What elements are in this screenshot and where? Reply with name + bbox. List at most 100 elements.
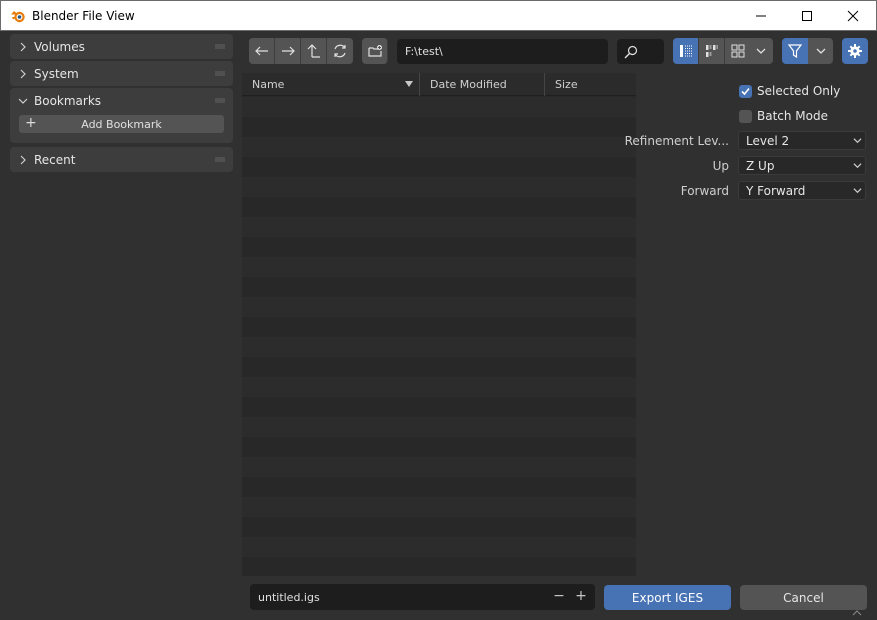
filename-input[interactable]: untitled.igs − + bbox=[250, 584, 595, 610]
chevron-down-icon bbox=[756, 48, 765, 54]
panel-system: System bbox=[10, 61, 233, 86]
cancel-button[interactable]: Cancel bbox=[740, 585, 867, 610]
chevron-down-icon bbox=[18, 98, 28, 104]
filter-toggle-button[interactable] bbox=[782, 38, 808, 64]
chevron-down-icon bbox=[816, 48, 825, 54]
filename-value: untitled.igs bbox=[258, 590, 320, 604]
navigation-group bbox=[249, 38, 353, 64]
horizontal-list-button[interactable] bbox=[699, 38, 725, 64]
up-axis-label: Up bbox=[712, 159, 729, 173]
chevron-right-icon bbox=[20, 155, 26, 164]
maximize-icon bbox=[802, 10, 812, 21]
display-settings-dropdown[interactable] bbox=[748, 38, 773, 64]
refinement-level-label: Refinement Lev... bbox=[624, 134, 729, 148]
column-date-label: Date Modified bbox=[430, 77, 507, 91]
column-name[interactable]: Name bbox=[242, 73, 420, 96]
minimize-icon bbox=[756, 15, 766, 16]
column-name-label: Name bbox=[252, 77, 285, 91]
parent-directory-button[interactable] bbox=[301, 38, 327, 64]
panel-bookmarks: Bookmarks + Add Bookmark bbox=[10, 88, 233, 143]
column-size-label: Size bbox=[555, 77, 578, 91]
batch-mode-checkbox[interactable]: Batch Mode bbox=[739, 109, 828, 123]
thumbnails-icon bbox=[731, 44, 745, 58]
forward-axis-row: Forward Y Forward bbox=[636, 181, 877, 201]
increment-filename-button[interactable]: + bbox=[573, 588, 589, 604]
window-titlebar: Blender File View bbox=[0, 0, 877, 31]
column-date-modified[interactable]: Date Modified bbox=[420, 73, 545, 96]
file-list[interactable]: Name Date Modified Size bbox=[242, 73, 636, 576]
decrement-filename-button[interactable]: − bbox=[551, 588, 567, 604]
vertical-list-icon bbox=[679, 45, 692, 57]
horizontal-list-icon bbox=[705, 45, 718, 57]
search-icon bbox=[624, 45, 638, 58]
forward-button[interactable] bbox=[275, 38, 301, 64]
plus-icon: + bbox=[25, 115, 37, 131]
options-toggle-button[interactable] bbox=[842, 38, 868, 64]
filter-settings-dropdown[interactable] bbox=[808, 38, 833, 64]
panel-label-recent: Recent bbox=[34, 152, 76, 167]
directory-path-input[interactable]: F:\test\ bbox=[397, 39, 608, 64]
panel-recent: Recent bbox=[10, 147, 233, 172]
maximize-button[interactable] bbox=[784, 1, 830, 31]
chevron-down-icon bbox=[853, 188, 862, 194]
forward-axis-select[interactable]: Y Forward bbox=[738, 181, 866, 200]
toolbar bbox=[249, 38, 353, 64]
column-size[interactable]: Size bbox=[545, 73, 636, 96]
panel-label-bookmarks: Bookmarks bbox=[34, 93, 102, 108]
panel-label-volumes: Volumes bbox=[34, 39, 85, 54]
export-button[interactable]: Export IGES bbox=[604, 585, 731, 610]
window-title: Blender File View bbox=[32, 8, 135, 23]
file-list-header: Name Date Modified Size bbox=[242, 73, 636, 96]
forward-axis-label: Forward bbox=[680, 184, 729, 198]
filter-icon bbox=[787, 44, 803, 59]
selected-only-label: Selected Only bbox=[757, 84, 841, 98]
drag-handle-icon[interactable] bbox=[215, 71, 225, 76]
up-axis-row: Up Z Up bbox=[636, 156, 877, 176]
sidebar: Volumes System Bookmarks + Add Bookmark … bbox=[10, 34, 233, 174]
add-bookmark-button[interactable]: + Add Bookmark bbox=[19, 115, 224, 133]
add-bookmark-label: Add Bookmark bbox=[81, 117, 162, 131]
arrow-left-icon bbox=[254, 46, 268, 56]
chevron-right-icon bbox=[20, 69, 26, 78]
drag-handle-icon[interactable] bbox=[215, 44, 225, 49]
selected-only-checkbox[interactable]: Selected Only bbox=[739, 84, 840, 98]
back-button[interactable] bbox=[249, 38, 275, 64]
minimize-button[interactable] bbox=[738, 1, 784, 31]
panel-header-bookmarks[interactable]: Bookmarks bbox=[10, 88, 233, 113]
checkbox-unchecked-icon bbox=[739, 109, 752, 123]
display-mode-group bbox=[673, 38, 751, 64]
drag-handle-icon[interactable] bbox=[215, 157, 225, 162]
refresh-icon bbox=[334, 44, 346, 58]
forward-axis-value: Y Forward bbox=[746, 183, 806, 198]
refinement-level-value: Level 2 bbox=[746, 133, 790, 148]
arrow-right-icon bbox=[281, 46, 295, 56]
blender-logo-icon bbox=[11, 10, 25, 22]
batch-mode-label: Batch Mode bbox=[757, 109, 829, 123]
gear-icon bbox=[848, 44, 862, 58]
new-folder-icon bbox=[367, 45, 382, 57]
up-axis-value: Z Up bbox=[746, 158, 775, 173]
up-axis-select[interactable]: Z Up bbox=[738, 156, 866, 175]
refinement-level-select[interactable]: Level 2 bbox=[738, 131, 866, 150]
panel-volumes: Volumes bbox=[10, 34, 233, 59]
panel-header-system[interactable]: System bbox=[10, 61, 233, 86]
panel-label-system: System bbox=[34, 66, 79, 81]
new-folder-button[interactable] bbox=[362, 38, 388, 64]
parent-directory-icon bbox=[307, 44, 320, 58]
chevron-down-icon bbox=[853, 138, 862, 144]
refresh-button[interactable] bbox=[327, 38, 353, 64]
drag-handle-icon[interactable] bbox=[215, 98, 225, 103]
vertical-list-button[interactable] bbox=[673, 38, 699, 64]
file-list-rows bbox=[242, 97, 636, 576]
close-icon bbox=[847, 10, 859, 21]
sort-descending-icon bbox=[405, 80, 413, 87]
panel-header-volumes[interactable]: Volumes bbox=[10, 34, 233, 59]
checkbox-checked-icon bbox=[739, 84, 752, 98]
panel-header-recent[interactable]: Recent bbox=[10, 147, 233, 172]
search-field[interactable] bbox=[617, 39, 664, 64]
resize-handle-icon[interactable] bbox=[851, 607, 863, 617]
refinement-level-row: Refinement Lev... Level 2 bbox=[625, 131, 877, 151]
chevron-right-icon bbox=[20, 42, 26, 51]
close-button[interactable] bbox=[830, 1, 876, 31]
chevron-down-icon bbox=[853, 163, 862, 169]
